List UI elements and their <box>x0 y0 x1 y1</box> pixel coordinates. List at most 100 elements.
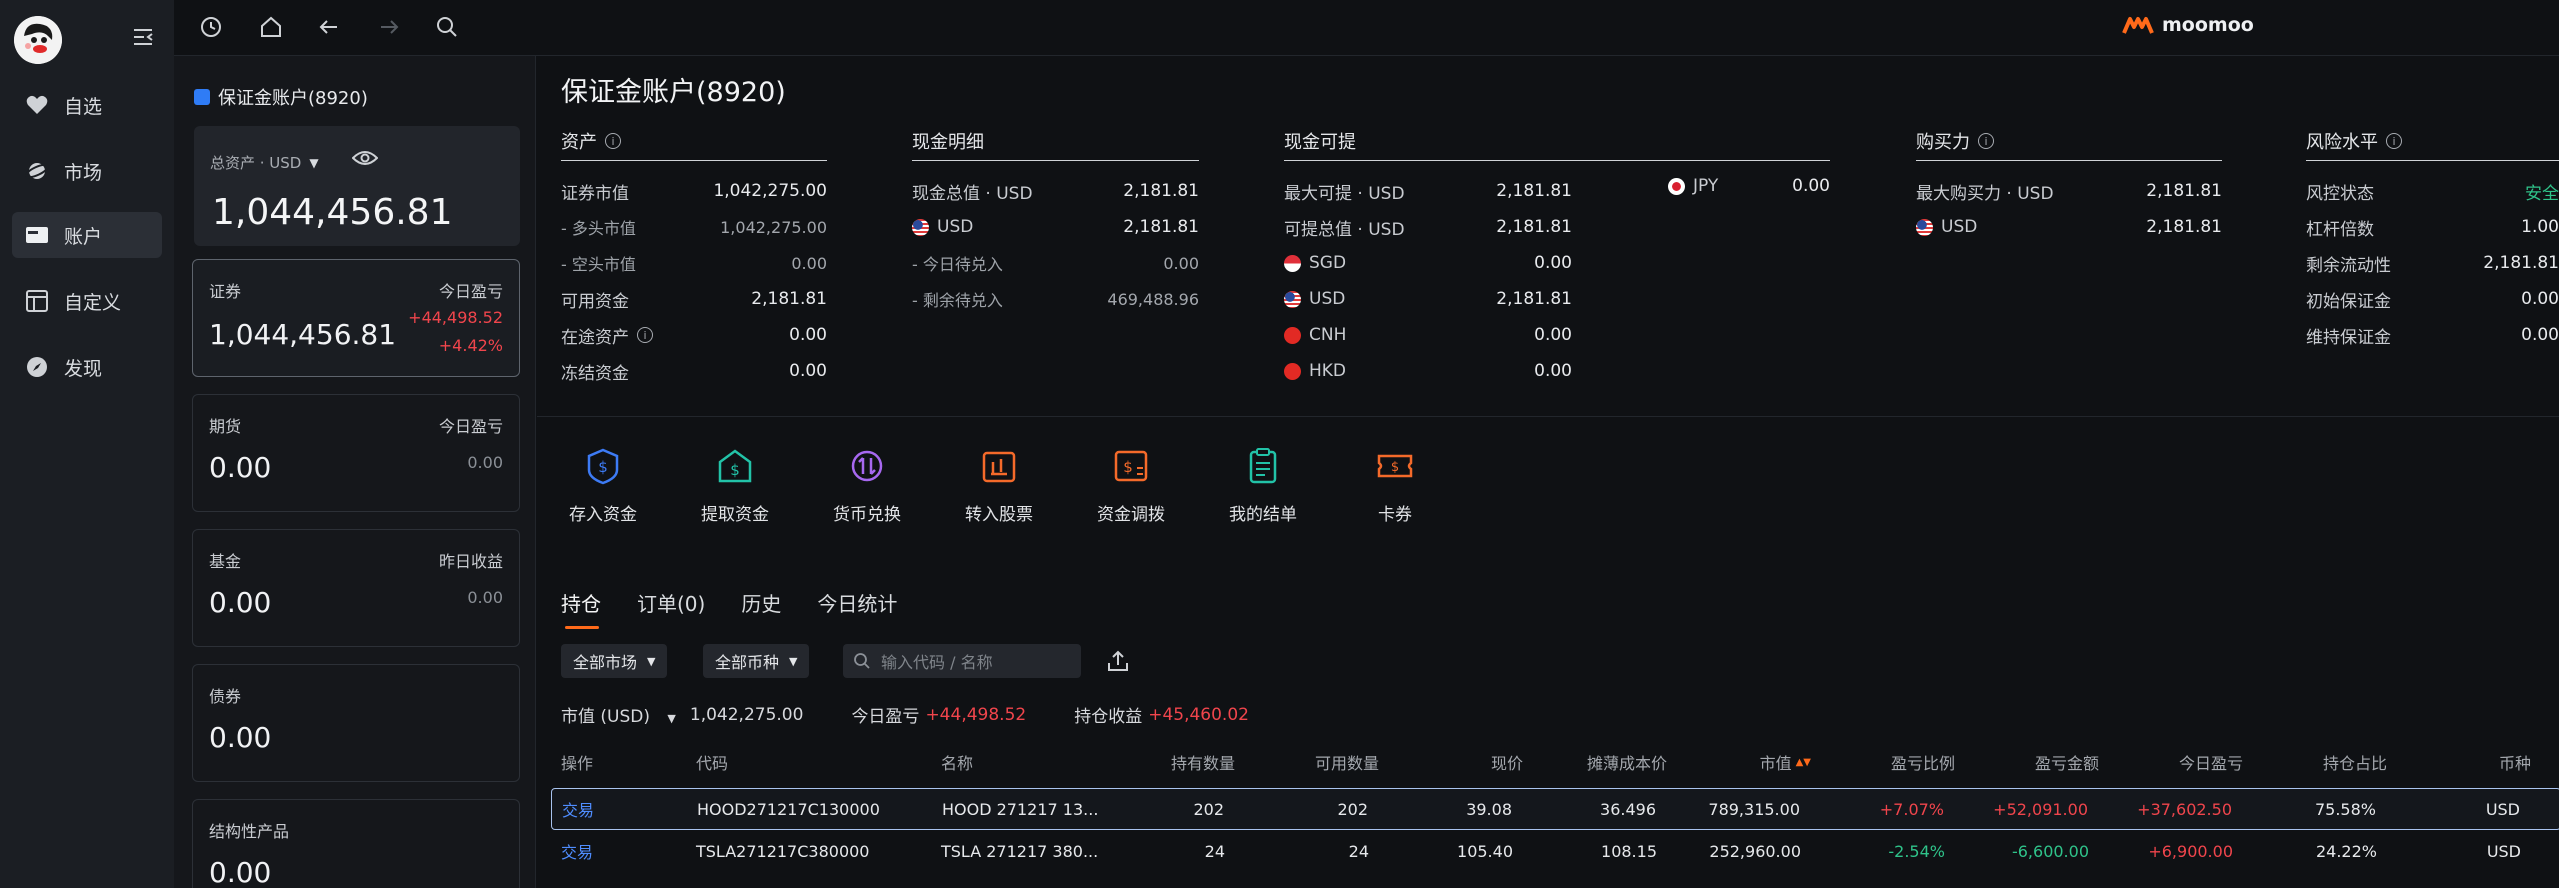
market-value-currency-select[interactable]: 市值 (USD) ▼ <box>561 702 684 727</box>
tab-orders[interactable]: 订单(0) <box>637 588 705 617</box>
position-gain-value: +45,460.02 <box>1148 704 1249 725</box>
assets-section: 资产 i 证券市值 1,042,275.00 - 多头市值 1,042,275.00… <box>561 128 827 389</box>
section-title: 现金可提 <box>1284 128 1830 161</box>
exchange-icon <box>851 450 883 482</box>
avatar[interactable] <box>14 16 62 64</box>
col-header[interactable]: 今日盈亏 <box>2179 748 2243 776</box>
section-title-text: 风险水平 <box>2306 132 2378 153</box>
col-header[interactable]: 可用数量 <box>1315 748 1379 776</box>
cell-available: 24 <box>1348 841 1369 861</box>
collapse-sidebar-icon[interactable] <box>132 26 156 48</box>
table-row[interactable]: 交易 HOOD271217C130000 HOOD 271217 13... 2… <box>551 788 2559 830</box>
us-flag-icon <box>912 218 929 236</box>
my-statement-button[interactable]: 我的结单 <box>1208 446 1318 525</box>
tab-history[interactable]: 历史 <box>741 588 781 617</box>
row-label: USD <box>912 217 973 237</box>
transfer-stock-icon <box>982 451 1016 483</box>
row-value: 2,181.81 <box>751 289 827 309</box>
eye-icon[interactable] <box>352 148 378 168</box>
withdraw-row: SGD 0.00 <box>1284 245 1572 281</box>
history-icon[interactable] <box>198 14 224 40</box>
caret-down-icon: ▼ <box>789 654 798 668</box>
forward-arrow-icon[interactable] <box>376 14 402 40</box>
trade-link[interactable]: 交易 <box>561 830 593 872</box>
deposit-button[interactable]: $ 存入资金 <box>548 446 658 525</box>
cell-today-pl: +37,602.50 <box>2137 799 2232 819</box>
col-header-market-value[interactable]: 市值 ▲▼ <box>1760 748 1811 776</box>
fund-transfer-button[interactable]: $ 资金调拨 <box>1076 446 1186 525</box>
info-icon[interactable]: i <box>2386 133 2402 149</box>
tab-positions[interactable]: 持仓 <box>561 588 601 629</box>
tab-today-stats[interactable]: 今日统计 <box>817 588 897 617</box>
nav-item-market[interactable]: 市场 <box>12 148 162 194</box>
asset-row: 在途资产 i 0.00 <box>561 317 827 353</box>
main-content: 保证金账户(8920) 资产 i 证券市值 1,042,275.00 - 多头市值… <box>537 56 2559 888</box>
action-label: 资金调拨 <box>1097 505 1165 525</box>
withdrawable-section: 现金可提 最大可提 · USD 2,181.81 可提总值 · USD 2,181.… <box>1284 128 1830 389</box>
account-header[interactable]: 保证金账户(8920) <box>194 84 368 110</box>
card-bonds[interactable]: 债券 0.00 <box>192 664 520 782</box>
search-icon[interactable] <box>434 14 460 40</box>
info-icon[interactable]: i <box>1978 133 1994 149</box>
account-type-icon <box>194 89 210 105</box>
action-label: 我的结单 <box>1229 505 1297 525</box>
section-title: 购买力 i <box>1916 128 2222 161</box>
card-securities[interactable]: 证券 今日盈亏 1,044,456.81 +44,498.52 +4.42% <box>192 259 520 377</box>
sg-flag-icon <box>1284 254 1301 272</box>
row-label-text: CNH <box>1309 325 1347 345</box>
row-label: 现金总值 · USD <box>912 183 1033 204</box>
cash-row: USD 2,181.81 <box>912 209 1199 245</box>
col-header[interactable]: 摊薄成本价 <box>1587 748 1667 776</box>
withdraw-button[interactable]: $ 提取资金 <box>680 446 790 525</box>
col-header[interactable]: 盈亏金额 <box>2035 748 2099 776</box>
row-value: 2,181.81 <box>1496 289 1572 309</box>
info-icon[interactable]: i <box>605 133 621 149</box>
buying-power-section: 购买力 i 最大购买力 · USD 2,181.81 USD 2,181.81 <box>1916 128 2222 245</box>
market-filter-dropdown[interactable]: 全部市场 ▼ <box>561 644 668 678</box>
statement-icon <box>1249 448 1277 484</box>
row-label: SGD <box>1284 253 1346 273</box>
asset-row: 可用资金 2,181.81 <box>561 281 827 317</box>
col-header[interactable]: 币种 <box>2499 748 2531 776</box>
search-input[interactable]: 输入代码 / 名称 <box>843 644 1081 678</box>
info-icon[interactable]: i <box>637 327 653 343</box>
card-label: 债券 <box>209 687 242 706</box>
svg-text:$: $ <box>598 458 608 476</box>
coupon-button[interactable]: $ 卡券 <box>1340 446 1450 525</box>
buying-power-row: USD 2,181.81 <box>1916 209 2222 245</box>
col-header: 名称 <box>941 754 974 773</box>
back-arrow-icon[interactable] <box>316 14 342 40</box>
table-row[interactable]: 交易 TSLA271217C380000 TSLA 271217 380... … <box>551 830 2559 872</box>
col-header[interactable]: 盈亏比例 <box>1891 748 1955 776</box>
currency-filter-dropdown[interactable]: 全部币种 ▼ <box>703 644 810 678</box>
action-label: 转入股票 <box>965 505 1033 525</box>
nav-item-account[interactable]: 账户 <box>12 212 162 258</box>
col-header[interactable]: 持仓占比 <box>2323 748 2387 776</box>
withdraw-row-jpy: JPY 0.00 <box>1668 168 1830 204</box>
cell-today-pl: +6,900.00 <box>2148 841 2233 861</box>
col-header[interactable]: 持有数量 <box>1171 748 1235 776</box>
row-value: 0.00 <box>1163 253 1199 273</box>
search-placeholder: 输入代码 / 名称 <box>881 653 993 672</box>
nav-item-custom[interactable]: 自定义 <box>12 278 162 324</box>
card-futures[interactable]: 期货 今日盈亏 0.00 0.00 <box>192 394 520 512</box>
cash-row: - 今日待兑入 0.00 <box>912 245 1199 281</box>
home-icon[interactable] <box>258 14 284 40</box>
export-icon[interactable] <box>1105 648 1131 674</box>
trade-link[interactable]: 交易 <box>562 789 594 829</box>
card-funds[interactable]: 基金 昨日收益 0.00 0.00 <box>192 529 520 647</box>
cash-row: - 剩余待兑入 469,488.96 <box>912 281 1199 317</box>
col-header[interactable]: 现价 <box>1491 748 1523 776</box>
total-assets-currency-select[interactable]: 总资产 · USD ▼ <box>210 152 319 173</box>
top-bar: moomoo <box>174 0 2559 56</box>
hk-flag-icon <box>1284 362 1301 380</box>
nav-item-watchlist[interactable]: 自选 <box>12 82 162 128</box>
cell-qty: 202 <box>1193 799 1224 819</box>
nav-item-discover[interactable]: 发现 <box>12 344 162 390</box>
section-title-text: 资产 <box>561 132 597 153</box>
card-structured-products[interactable]: 结构性产品 0.00 <box>192 799 520 888</box>
transfer-in-stock-button[interactable]: 转入股票 <box>944 446 1054 525</box>
market-value-label: 市值 (USD) <box>561 707 650 727</box>
asset-row: 证券市值 1,042,275.00 <box>561 173 827 209</box>
currency-exchange-button[interactable]: 货币兑换 <box>812 446 922 525</box>
